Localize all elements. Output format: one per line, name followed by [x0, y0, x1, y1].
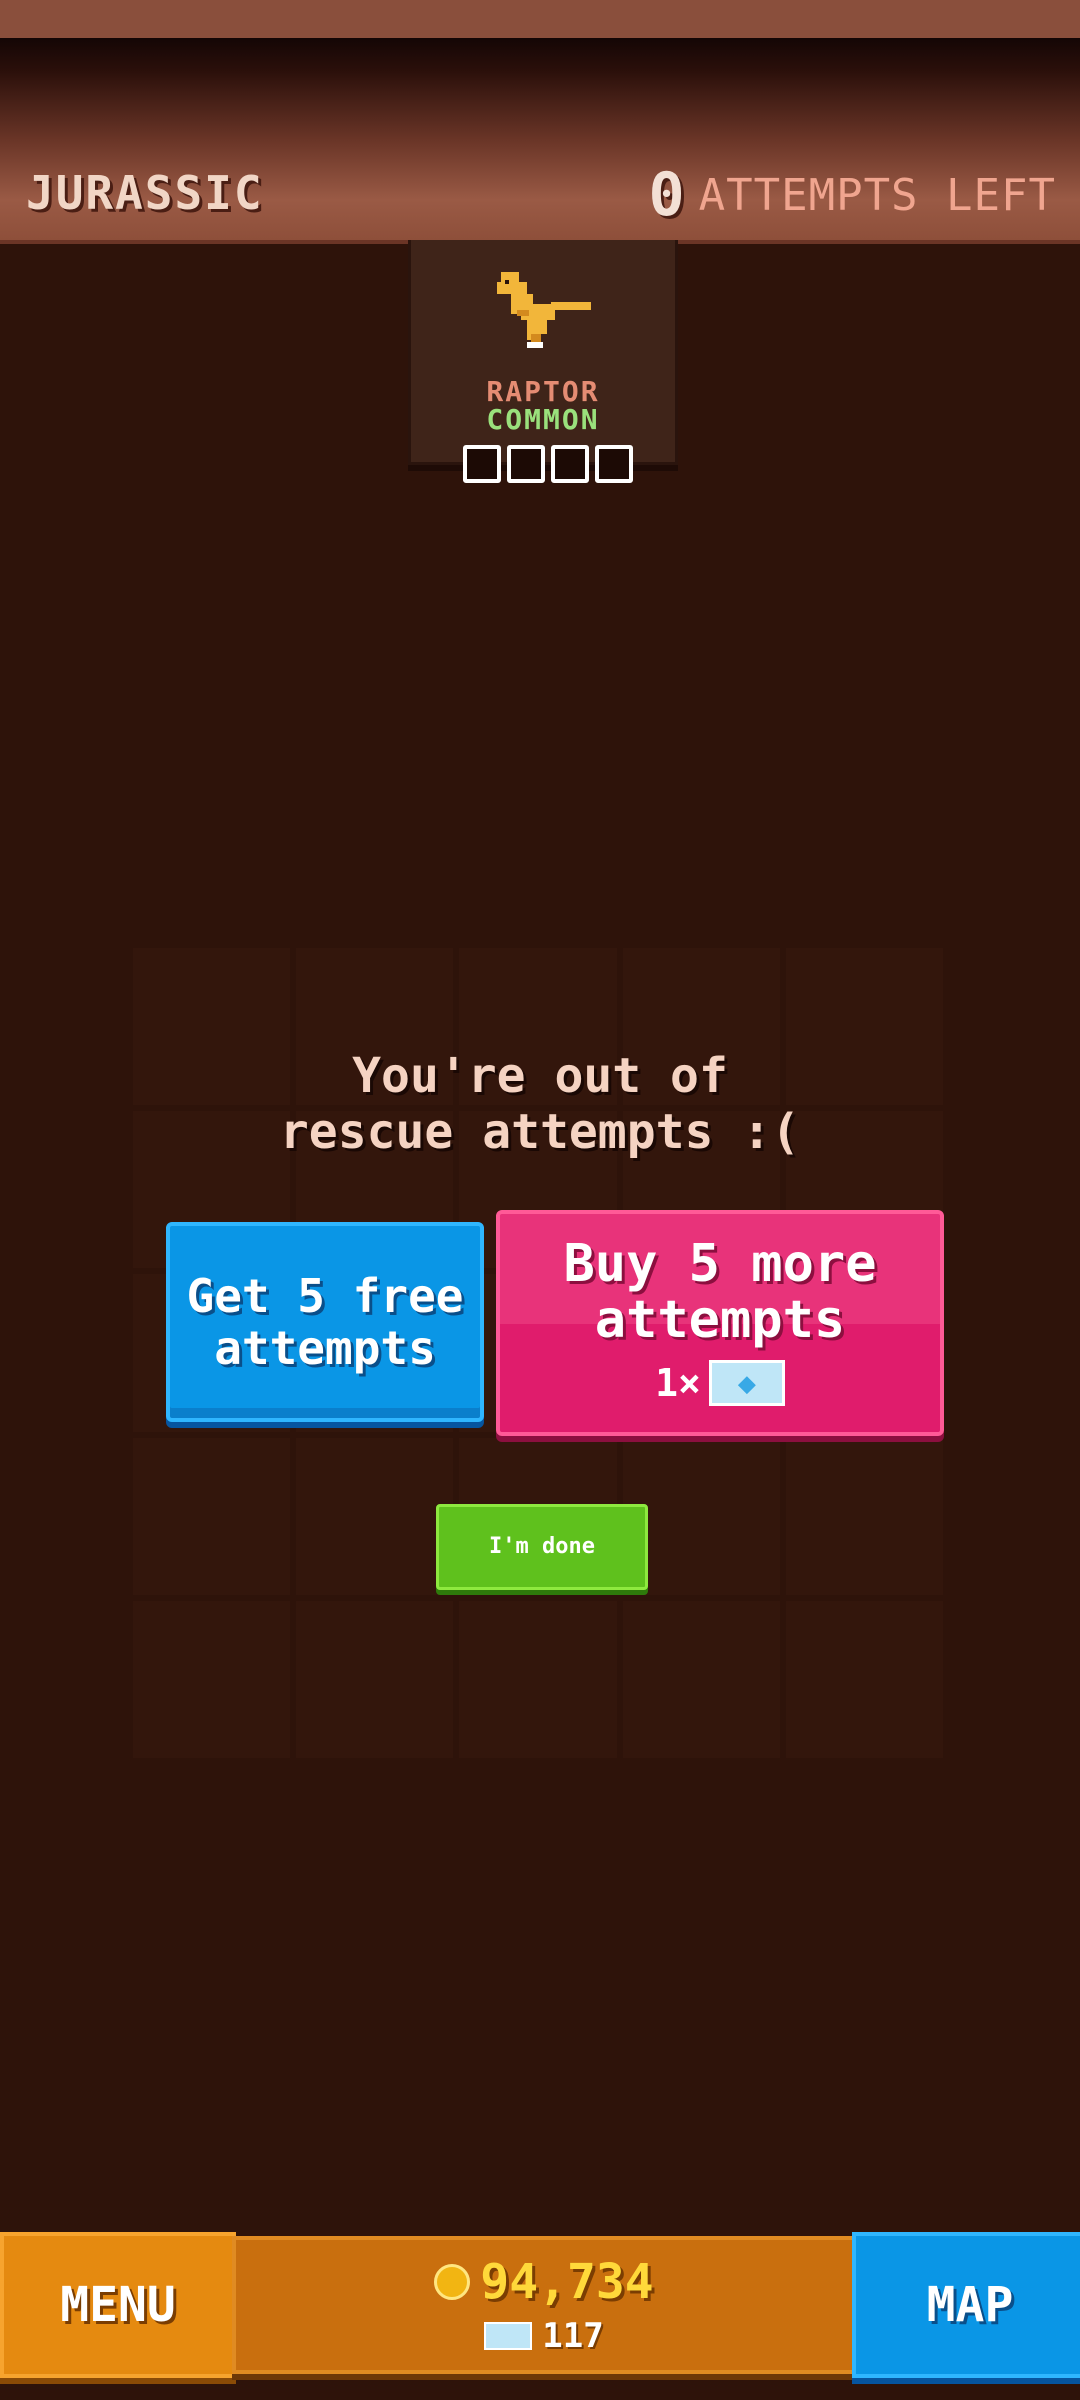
attempts-left-count: 0: [648, 160, 685, 230]
progress-slot: [463, 445, 501, 483]
currency-panel: 94,734 117: [232, 2236, 856, 2374]
grid-cell: [785, 1437, 943, 1595]
gem-icon: ◆: [708, 1360, 785, 1406]
top-bar: JURASSIC 0 ATTEMPTS LEFT: [0, 0, 1080, 244]
grid-cell: [133, 1437, 291, 1595]
buy-cost: 1× ◆: [500, 1360, 940, 1406]
raptor-icon: [497, 272, 591, 348]
coin-balance: 94,734: [236, 2254, 852, 2310]
collection-progress: [463, 445, 633, 483]
gem-balance: 117: [236, 2316, 852, 2356]
grid-cell: [785, 1600, 943, 1758]
menu-button[interactable]: MENU: [0, 2232, 236, 2378]
im-done-button[interactable]: I'm done: [436, 1504, 648, 1590]
grid-cell: [296, 1437, 454, 1595]
map-button[interactable]: MAP: [852, 2232, 1080, 2378]
era-title: JURASSIC: [26, 166, 264, 220]
dino-card[interactable]: RAPTOR COMMON: [408, 240, 678, 483]
grid-cell: [459, 1600, 617, 1758]
progress-slot: [595, 445, 633, 483]
gem-amount: 117: [542, 2316, 604, 2356]
grid-cell: [133, 1600, 291, 1758]
progress-slot: [507, 445, 545, 483]
coin-icon: [434, 2264, 471, 2300]
out-of-attempts-message: You're out of rescue attempts :(: [0, 1048, 1080, 1160]
buy-attempts-button[interactable]: Buy 5 more attempts 1× ◆: [496, 1210, 944, 1436]
message-line-2: rescue attempts :(: [279, 1104, 801, 1160]
buy-attempts-label: Buy 5 more attempts: [563, 1234, 877, 1350]
grid-cell: [622, 1600, 780, 1758]
progress-slot: [551, 445, 589, 483]
dino-rarity: COMMON: [486, 403, 600, 436]
attempts-left-label: ATTEMPTS LEFT: [698, 169, 1056, 221]
grid-cell: [296, 1600, 454, 1758]
gem-icon: [484, 2322, 533, 2350]
attempts-left: 0 ATTEMPTS LEFT: [649, 160, 1057, 230]
message-line-1: You're out of: [352, 1048, 728, 1104]
get-free-attempts-button[interactable]: Get 5 free attempts: [166, 1222, 484, 1422]
buy-cost-amount: 1×: [655, 1361, 701, 1405]
coin-amount: 94,734: [480, 2254, 654, 2310]
